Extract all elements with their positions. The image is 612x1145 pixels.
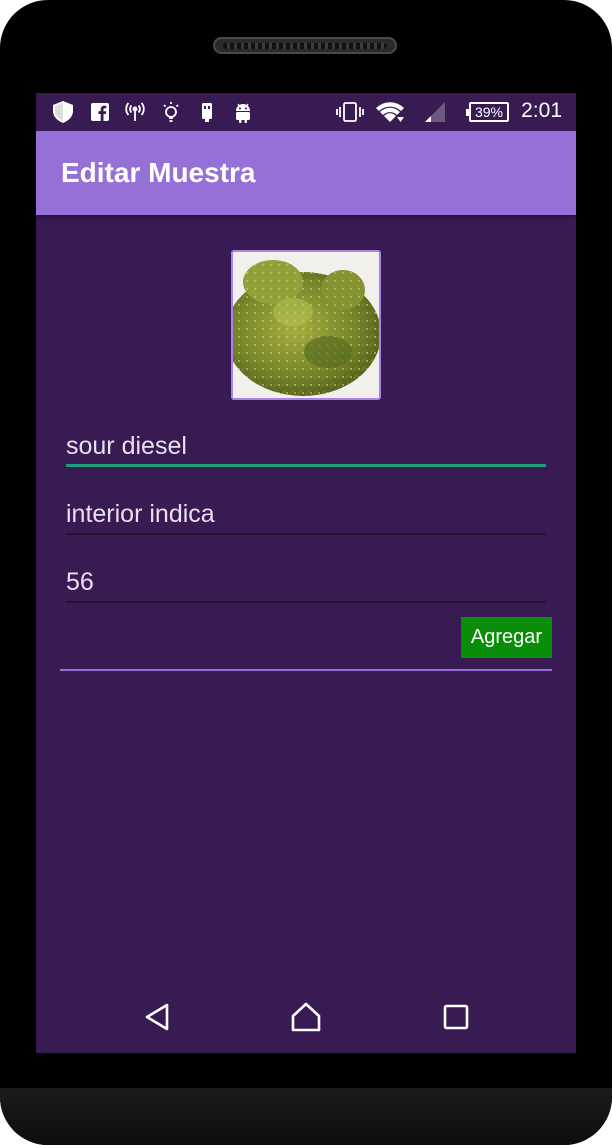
- earpiece-speaker: [213, 37, 397, 54]
- device-frame: 39% 2:01 Editar Muestra sour diesel inte…: [0, 0, 612, 1145]
- lightbulb-icon: [160, 101, 182, 123]
- page-title: Editar Muestra: [61, 157, 256, 188]
- antenna-icon: [124, 101, 146, 123]
- type-underline: [66, 533, 546, 535]
- name-field[interactable]: [66, 427, 546, 467]
- sample-photo[interactable]: [231, 250, 381, 400]
- home-icon[interactable]: [286, 997, 326, 1037]
- name-underline: [66, 464, 546, 467]
- recents-icon[interactable]: [436, 997, 476, 1037]
- status-time: 2:01: [521, 99, 562, 122]
- device-chin: [0, 1088, 612, 1145]
- quantity-field[interactable]: [66, 563, 546, 603]
- usb-icon: [196, 101, 218, 123]
- divider: [60, 669, 552, 671]
- back-icon[interactable]: [137, 997, 177, 1037]
- name-input[interactable]: [66, 427, 546, 465]
- signal-icon: [422, 101, 448, 123]
- vibrate-icon: [336, 101, 364, 123]
- cannabis-bud-photo: [233, 252, 379, 398]
- facebook-icon: [90, 101, 110, 123]
- quantity-underline: [66, 601, 546, 603]
- screen: 39% 2:01 Editar Muestra sour diesel inte…: [36, 93, 576, 1053]
- app-bar: Editar Muestra: [36, 131, 576, 215]
- shield-icon: [52, 101, 74, 123]
- quantity-input[interactable]: [66, 563, 546, 601]
- type-input[interactable]: [66, 495, 546, 533]
- status-bar: 39% 2:01: [36, 93, 576, 131]
- battery-icon: 39%: [466, 102, 509, 122]
- type-field[interactable]: [66, 495, 546, 535]
- android-icon: [232, 101, 254, 123]
- add-button[interactable]: Agregar: [461, 617, 552, 658]
- wifi-icon: [374, 101, 406, 123]
- navigation-bar: [36, 983, 576, 1053]
